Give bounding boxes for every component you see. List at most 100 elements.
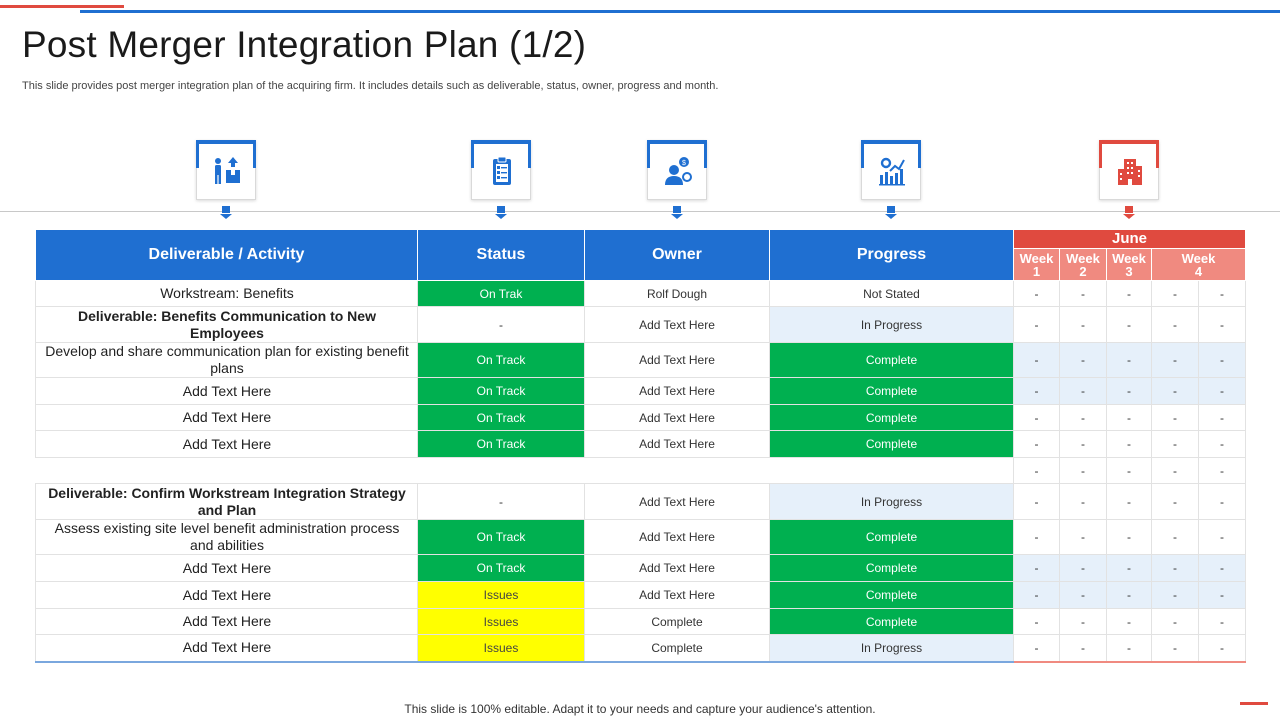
week-cell: - — [1198, 581, 1246, 609]
accent-bar-red — [0, 5, 124, 8]
week-cell: - — [1013, 608, 1060, 635]
owner-person-icon: $ — [665, 157, 692, 185]
month-icon-card — [1099, 140, 1159, 200]
week-cell: - — [1013, 377, 1060, 405]
week-cell: - — [1198, 377, 1246, 405]
week-cell: - — [1106, 581, 1152, 609]
week-cell: - — [1013, 634, 1060, 663]
table-row: Add Text Here On Track Add Text Here Comple… — [35, 430, 1246, 458]
week-cell: - — [1106, 608, 1152, 635]
progress-cell: Complete — [769, 377, 1014, 405]
owner-cell: Add Text Here — [584, 404, 770, 431]
activity-cell: Develop and share communication plan for… — [35, 342, 418, 378]
header-progress: Progress — [769, 229, 1014, 281]
calendar-building-icon — [1118, 159, 1142, 185]
week-cell: - — [1151, 280, 1199, 307]
pin-marker — [220, 206, 232, 220]
week-cell: - — [1059, 608, 1107, 635]
progress-cell: Complete — [769, 404, 1014, 431]
header-week-3: Week 3 — [1106, 248, 1152, 281]
divider-line — [0, 211, 1280, 212]
table-row: Workstream: Benefits On Trak Rolf Dough Not… — [35, 280, 1246, 307]
table-row: ----- — [35, 457, 1246, 484]
table-row: Add Text Here Issues Complete Complete - - - - - — [35, 608, 1246, 635]
week-cell: - — [1106, 377, 1152, 405]
week-cell: - — [1013, 430, 1060, 458]
week-cell: - — [1106, 634, 1152, 663]
week-cell: - — [1151, 404, 1199, 431]
status-cell: On Track — [417, 430, 585, 458]
week-cell: - — [1013, 483, 1060, 520]
week-cell: - — [1151, 554, 1199, 582]
week-cell: - — [1106, 280, 1152, 307]
owner-cell: Add Text Here — [584, 483, 770, 520]
table-row: Deliverable: Confirm Workstream Integrat… — [35, 483, 1246, 520]
status-cell: On Track — [417, 554, 585, 582]
week-cell: - — [1059, 306, 1107, 343]
activity-cell: Add Text Here — [35, 634, 418, 663]
week-cell: - — [1198, 306, 1246, 343]
week-cell: - — [1106, 342, 1152, 378]
week-cell: - — [1059, 342, 1107, 378]
header-week-1: Week 1 — [1013, 248, 1060, 281]
week-cell: - — [1059, 519, 1107, 555]
week-cell: - — [1106, 457, 1152, 484]
week-cell: - — [1106, 306, 1152, 343]
week-cell: - — [1151, 608, 1199, 635]
table-row: Add Text Here Issues Add Text Here Complete… — [35, 581, 1246, 609]
week-cell: - — [1059, 377, 1107, 405]
week-cell: - — [1151, 457, 1199, 484]
header-activity: Deliverable / Activity — [35, 229, 418, 281]
delivery-person-icon — [215, 157, 240, 184]
progress-cell: Complete — [769, 581, 1014, 609]
week-cell: - — [1106, 519, 1152, 555]
owner-cell: Add Text Here — [584, 306, 770, 343]
activity-cell: Workstream: Benefits — [35, 280, 418, 307]
week-cell: - — [1013, 342, 1060, 378]
status-cell: - — [417, 483, 585, 520]
table-row: Deliverable: Benefits Communication to N… — [35, 306, 1246, 343]
status-cell: - — [417, 306, 585, 343]
progress-cell: Complete — [769, 342, 1014, 378]
clipboard-checklist-icon — [493, 156, 511, 185]
svg-text:$: $ — [682, 160, 686, 167]
table-row: Add Text Here On Track Add Text Here Comple… — [35, 554, 1246, 582]
week-cell: - — [1106, 430, 1152, 458]
owner-cell: Complete — [584, 608, 770, 635]
week-cell: - — [1151, 483, 1199, 520]
week-cell: - — [1059, 581, 1107, 609]
week-cell: - — [1059, 430, 1107, 458]
week-cell: - — [1151, 306, 1199, 343]
week-cell: - — [1198, 554, 1246, 582]
week-cell: - — [1106, 404, 1152, 431]
week-cell: - — [1198, 483, 1246, 520]
activity-cell: Add Text Here — [35, 377, 418, 405]
week-cell: - — [1013, 306, 1060, 343]
status-cell: Issues — [417, 581, 585, 609]
activity-cell: Assess existing site level benefit admin… — [35, 519, 418, 555]
header-status: Status — [417, 229, 585, 281]
activity-cell: Add Text Here — [35, 404, 418, 431]
progress-chart-icon — [879, 157, 905, 186]
week-cell: - — [1106, 554, 1152, 582]
owner-cell: Rolf Dough — [584, 280, 770, 307]
week-cell: - — [1013, 404, 1060, 431]
status-cell: On Track — [417, 404, 585, 431]
status-cell: On Track — [417, 342, 585, 378]
week-cell: - — [1151, 581, 1199, 609]
status-cell: Issues — [417, 634, 585, 663]
activity-cell: Deliverable: Confirm Workstream Integrat… — [35, 483, 418, 520]
status-cell: On Trak — [417, 280, 585, 307]
progress-cell: Complete — [769, 608, 1014, 635]
progress-icon-card — [861, 140, 921, 200]
activity-cell: Add Text Here — [35, 554, 418, 582]
week-cell: - — [1059, 634, 1107, 663]
week-cell: - — [1013, 519, 1060, 555]
week-cell: - — [1059, 280, 1107, 307]
accent-bar-blue — [80, 10, 1280, 13]
week-cell: - — [1106, 483, 1152, 520]
week-cell: - — [1151, 634, 1199, 663]
owner-cell: Add Text Here — [584, 342, 770, 378]
status-cell: Issues — [417, 608, 585, 635]
accent-bar-corner — [1240, 702, 1268, 705]
